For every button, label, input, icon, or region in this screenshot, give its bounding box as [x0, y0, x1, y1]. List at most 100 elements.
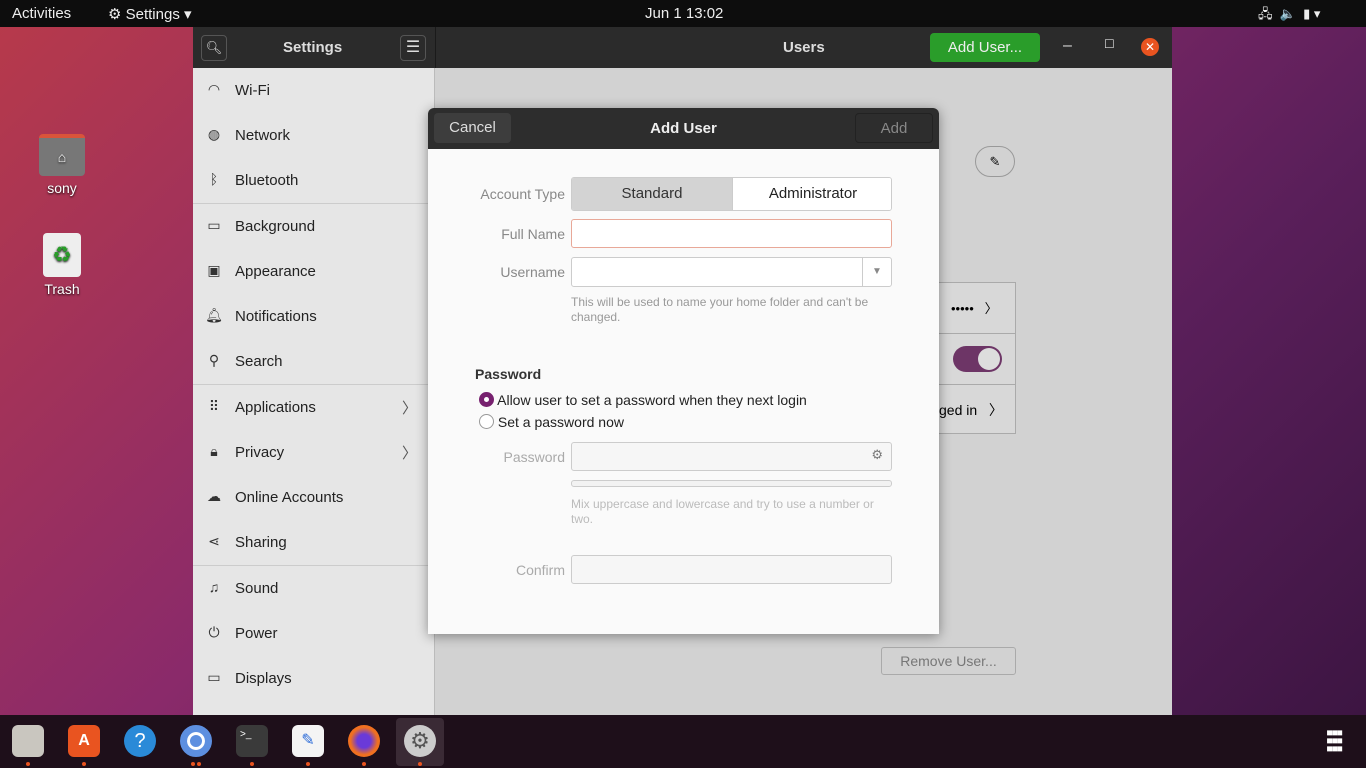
appearance-icon: ▣	[207, 262, 221, 278]
files-icon[interactable]	[12, 725, 44, 757]
standard-option[interactable]: Standard	[572, 178, 733, 210]
sidebar-item-applications[interactable]: ⠿ Applications 〉	[193, 385, 435, 430]
radio-unselected-icon	[479, 414, 494, 429]
sidebar-item-label: Applications	[235, 399, 316, 416]
search-icon: ⚲	[208, 352, 220, 368]
activities-button[interactable]: Activities	[12, 5, 71, 22]
bluetooth-icon: ᛒ	[209, 171, 219, 187]
confirm-label: Confirm	[515, 562, 565, 578]
display-icon: ▭	[207, 669, 221, 685]
sidebar: ◠ Wi-Fi ◍ Network ᛒ Bluetooth ▭ Background ▣ Appe…	[193, 68, 435, 715]
text-editor-icon[interactable]: ✎	[292, 725, 324, 757]
radio-selected-icon	[479, 392, 494, 407]
generate-password-icon[interactable]: ⚙	[871, 447, 883, 463]
gear-icon: ⚙	[108, 6, 126, 23]
sidebar-item-search[interactable]: ⚲ Search	[193, 339, 435, 384]
account-type-toggle: Standard Administrator	[571, 177, 892, 211]
wifi-icon: ◠	[207, 81, 221, 97]
password-section-title: Password	[475, 366, 542, 382]
show-apps-icon[interactable]: ▪▪▪ ▪▪▪ ▪▪▪	[1326, 723, 1343, 759]
help-icon[interactable]: ?	[124, 725, 156, 757]
lock-icon: 🔒︎	[210, 443, 218, 459]
sidebar-item-displays[interactable]: ▭ Displays	[193, 656, 435, 701]
password-hint: Mix uppercase and lowercase and try to u…	[571, 497, 874, 526]
background-icon: ▭	[207, 217, 221, 233]
sidebar-item-sharing[interactable]: ⋖ Sharing	[193, 520, 435, 565]
sidebar-item-wi-fi[interactable]: ◠ Wi-Fi	[193, 68, 435, 113]
administrator-option[interactable]: Administrator	[733, 178, 891, 210]
desktop-icon-trash[interactable]: ♻ Trash	[22, 233, 102, 297]
bell-icon: 🔔︎	[205, 307, 223, 323]
add-user-dialog: Cancel Add User Add Account Type Standar…	[428, 108, 939, 634]
sidebar-item-power[interactable]: ⏻ Power	[193, 611, 435, 656]
dialog-header: Cancel Add User Add	[428, 108, 939, 149]
sidebar-item-online-accounts[interactable]: ☁ Online Accounts	[193, 475, 435, 520]
maximize-button[interactable]: ☐	[1104, 37, 1115, 51]
settings-icon[interactable]: ⚙	[404, 725, 436, 757]
cloud-icon: ☁	[207, 488, 221, 504]
add-button[interactable]: Add	[855, 113, 933, 143]
radio-allow-later[interactable]: Allow user to set a password when they n…	[479, 392, 807, 408]
sidebar-item-label: Background	[235, 218, 316, 235]
header-bar: 🔍︎ Settings ☰ Users Add User... – ☐ ✕	[193, 27, 1172, 68]
chevron-down-icon[interactable]: ▼	[862, 258, 891, 286]
search-button[interactable]: 🔍︎	[201, 35, 227, 61]
close-icon: ✕	[1144, 40, 1156, 54]
chevron-right-icon: 〉	[401, 445, 417, 462]
desktop-icon-label: Trash	[44, 281, 80, 297]
username-combo[interactable]: ▼	[571, 257, 892, 287]
system-tray[interactable]: 🖧 🔈 ▮ ▾	[1258, 5, 1320, 27]
confirm-input[interactable]	[571, 555, 892, 584]
volume-icon: 🔈	[1279, 6, 1296, 21]
desktop-icon-home[interactable]: ⌂ sony	[22, 134, 102, 196]
sidebar-item-background[interactable]: ▭ Background	[193, 204, 435, 249]
account-type-label: Account Type	[480, 186, 565, 202]
trash-icon: ♻	[43, 233, 81, 277]
pencil-icon: ✎	[989, 154, 1001, 169]
radio-label: Set a password now	[497, 414, 624, 430]
sidebar-item-label: Bluetooth	[235, 172, 299, 189]
firefox-icon[interactable]	[348, 725, 380, 757]
menu-button[interactable]: ☰	[400, 35, 426, 61]
auto-login-toggle[interactable]	[953, 346, 1002, 372]
sidebar-item-network[interactable]: ◍ Network	[193, 113, 435, 158]
network-icon: 🖧	[1258, 6, 1273, 21]
sidebar-item-label: Notifications	[235, 308, 317, 325]
app-menu-label: Settings	[125, 6, 180, 23]
chromium-icon[interactable]	[180, 725, 212, 757]
top-bar: Activities ⚙ Settings ▾ Jun 1 13:02 🖧 🔈 …	[0, 0, 1366, 27]
network-icon: ◍	[207, 126, 221, 142]
software-icon[interactable]: A	[68, 725, 100, 757]
add-user-button[interactable]: Add User...	[930, 33, 1040, 62]
terminal-icon[interactable]: >_	[236, 725, 268, 757]
sidebar-title: Settings	[283, 39, 343, 56]
radio-label: Allow user to set a password when they n…	[497, 392, 807, 408]
clock[interactable]: Jun 1 13:02	[645, 5, 723, 22]
full-name-input[interactable]	[571, 219, 892, 248]
remove-user-button[interactable]: Remove User...	[881, 647, 1016, 675]
music-icon: ♫	[208, 579, 220, 595]
password-label: Password	[503, 449, 565, 465]
app-menu[interactable]: ⚙ Settings ▾	[108, 5, 192, 23]
sidebar-item-appearance[interactable]: ▣ Appearance	[193, 249, 435, 294]
sidebar-item-bluetooth[interactable]: ᛒ Bluetooth	[193, 158, 435, 203]
sidebar-item-sound[interactable]: ♫ Sound	[193, 566, 435, 611]
sidebar-item-notifications[interactable]: 🔔︎ Notifications	[193, 294, 435, 339]
sidebar-item-label: Online Accounts	[235, 489, 344, 506]
close-button[interactable]: ✕	[1141, 38, 1159, 56]
sidebar-item-label: Power	[235, 625, 278, 642]
radio-set-now[interactable]: Set a password now	[479, 414, 624, 430]
edit-avatar-button[interactable]: ✎	[975, 146, 1015, 177]
username-label: Username	[500, 264, 565, 280]
password-input[interactable]: ⚙	[571, 442, 892, 471]
minimize-button[interactable]: –	[1063, 37, 1072, 55]
hamburger-icon: ☰	[405, 39, 421, 56]
power-icon: ⏻	[208, 624, 220, 640]
sidebar-item-label: Search	[235, 353, 283, 370]
apps-icon: ⠿	[208, 398, 220, 414]
last-login-row[interactable]: ged in 〉	[939, 400, 1003, 420]
password-row[interactable]: ••••• 〉	[951, 298, 998, 317]
share-icon: ⋖	[208, 533, 220, 549]
home-folder-icon: ⌂	[39, 134, 85, 176]
sidebar-item-privacy[interactable]: 🔒︎ Privacy 〉	[193, 430, 435, 475]
